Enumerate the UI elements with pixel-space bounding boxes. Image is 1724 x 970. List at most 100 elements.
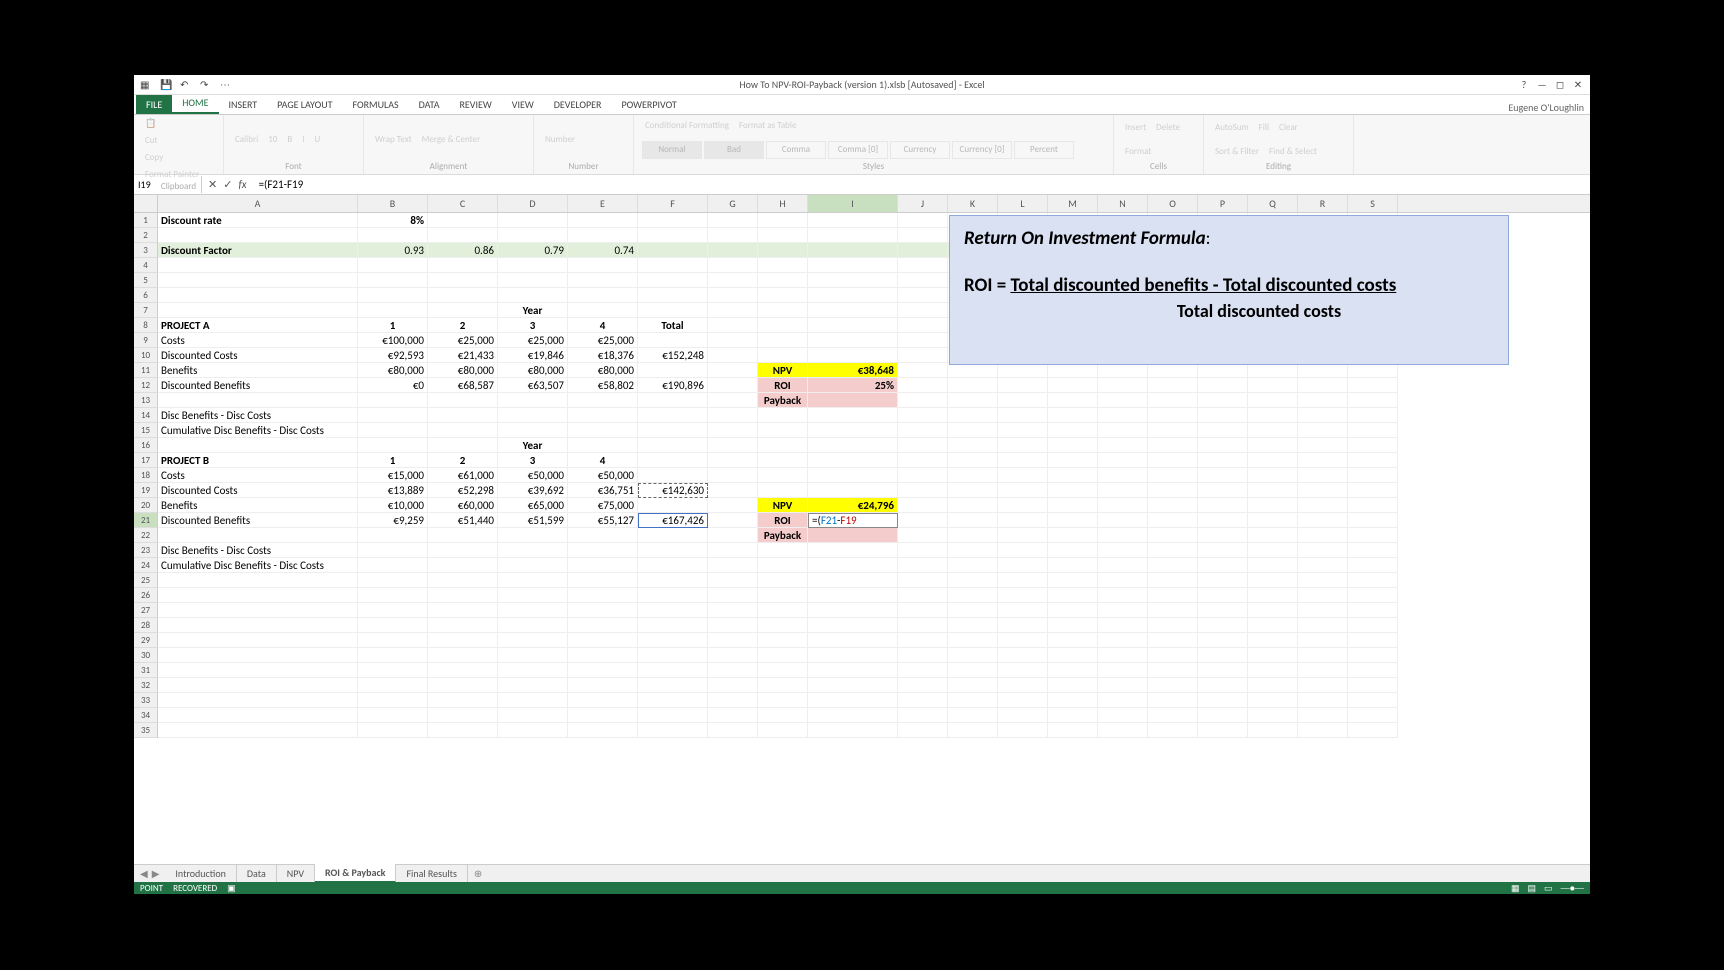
cell-A2[interactable] — [158, 228, 358, 243]
cell-F6[interactable] — [638, 288, 708, 303]
cell-R27[interactable] — [1298, 603, 1348, 618]
cell-A1[interactable]: Discount rate — [158, 213, 358, 228]
sheet-tab-introduction[interactable]: Introduction — [165, 865, 236, 882]
cell-Q17[interactable] — [1248, 453, 1298, 468]
cell-B13[interactable] — [358, 393, 428, 408]
cell-Q24[interactable] — [1248, 558, 1298, 573]
cell-P31[interactable] — [1198, 663, 1248, 678]
cell-P12[interactable] — [1198, 378, 1248, 393]
cell-L32[interactable] — [998, 678, 1048, 693]
cell-M19[interactable] — [1048, 483, 1098, 498]
cell-L20[interactable] — [998, 498, 1048, 513]
cell-C30[interactable] — [428, 648, 498, 663]
col-header-N[interactable]: N — [1098, 195, 1148, 212]
cell-C31[interactable] — [428, 663, 498, 678]
cell-D33[interactable] — [498, 693, 568, 708]
row-header[interactable]: 9 — [134, 333, 158, 348]
cell-C22[interactable] — [428, 528, 498, 543]
cell-S14[interactable] — [1348, 408, 1398, 423]
cell-E32[interactable] — [568, 678, 638, 693]
cell-D11[interactable]: €80,000 — [498, 363, 568, 378]
cell-B23[interactable] — [358, 543, 428, 558]
cell-A31[interactable] — [158, 663, 358, 678]
cell-H10[interactable] — [758, 348, 808, 363]
cell-I20[interactable]: €24,796 — [808, 498, 898, 513]
cell-A27[interactable] — [158, 603, 358, 618]
cell-P25[interactable] — [1198, 573, 1248, 588]
cell-M16[interactable] — [1048, 438, 1098, 453]
cell-S34[interactable] — [1348, 708, 1398, 723]
enter-formula-icon[interactable]: ✓ — [223, 178, 232, 191]
cell-E21[interactable]: €55,127 — [568, 513, 638, 528]
cell-L26[interactable] — [998, 588, 1048, 603]
cell-D26[interactable] — [498, 588, 568, 603]
cell-Q13[interactable] — [1248, 393, 1298, 408]
cell-K20[interactable] — [948, 498, 998, 513]
cell-L25[interactable] — [998, 573, 1048, 588]
cell-N24[interactable] — [1098, 558, 1148, 573]
cell-S20[interactable] — [1348, 498, 1398, 513]
cell-A10[interactable]: Discounted Costs — [158, 348, 358, 363]
cell-E7[interactable] — [568, 303, 638, 318]
cell-E30[interactable] — [568, 648, 638, 663]
cell-I29[interactable] — [808, 633, 898, 648]
cell-M35[interactable] — [1048, 723, 1098, 738]
cell-B30[interactable] — [358, 648, 428, 663]
cell-G14[interactable] — [708, 408, 758, 423]
cell-B7[interactable] — [358, 303, 428, 318]
cell-R18[interactable] — [1298, 468, 1348, 483]
cell-N16[interactable] — [1098, 438, 1148, 453]
cell-E12[interactable]: €58,802 — [568, 378, 638, 393]
cell-B26[interactable] — [358, 588, 428, 603]
cell-R12[interactable] — [1298, 378, 1348, 393]
cell-F31[interactable] — [638, 663, 708, 678]
row-header[interactable]: 12 — [134, 378, 158, 393]
cell-E31[interactable] — [568, 663, 638, 678]
cell-Q22[interactable] — [1248, 528, 1298, 543]
cell-P13[interactable] — [1198, 393, 1248, 408]
cell-P17[interactable] — [1198, 453, 1248, 468]
cell-C27[interactable] — [428, 603, 498, 618]
cell-D27[interactable] — [498, 603, 568, 618]
cell-S15[interactable] — [1348, 423, 1398, 438]
cell-S28[interactable] — [1348, 618, 1398, 633]
cell-A3[interactable]: Discount Factor — [158, 243, 358, 258]
cell-G26[interactable] — [708, 588, 758, 603]
row-header[interactable]: 1 — [134, 213, 158, 228]
cell-D24[interactable] — [498, 558, 568, 573]
cell-N33[interactable] — [1098, 693, 1148, 708]
col-header-I[interactable]: I — [808, 195, 898, 212]
cell-D9[interactable]: €25,000 — [498, 333, 568, 348]
cell-J25[interactable] — [898, 573, 948, 588]
row-header[interactable]: 15 — [134, 423, 158, 438]
cell-P18[interactable] — [1198, 468, 1248, 483]
cell-I6[interactable] — [808, 288, 898, 303]
cell-O32[interactable] — [1148, 678, 1198, 693]
col-header-M[interactable]: M — [1048, 195, 1098, 212]
cell-F17[interactable] — [638, 453, 708, 468]
cell-J24[interactable] — [898, 558, 948, 573]
cell-B4[interactable] — [358, 258, 428, 273]
cell-G9[interactable] — [708, 333, 758, 348]
cell-D32[interactable] — [498, 678, 568, 693]
cell-A11[interactable]: Benefits — [158, 363, 358, 378]
cell-J9[interactable] — [898, 333, 948, 348]
cell-A9[interactable]: Costs — [158, 333, 358, 348]
cell-A13[interactable] — [158, 393, 358, 408]
cell-N22[interactable] — [1098, 528, 1148, 543]
cell-I5[interactable] — [808, 273, 898, 288]
cell-F23[interactable] — [638, 543, 708, 558]
cell-L14[interactable] — [998, 408, 1048, 423]
cell-F26[interactable] — [638, 588, 708, 603]
cell-M32[interactable] — [1048, 678, 1098, 693]
cell-O26[interactable] — [1148, 588, 1198, 603]
cell-S22[interactable] — [1348, 528, 1398, 543]
cell-D31[interactable] — [498, 663, 568, 678]
cell-D15[interactable] — [498, 423, 568, 438]
cell-I16[interactable] — [808, 438, 898, 453]
cell-E34[interactable] — [568, 708, 638, 723]
cell-N18[interactable] — [1098, 468, 1148, 483]
cell-K29[interactable] — [948, 633, 998, 648]
cell-L13[interactable] — [998, 393, 1048, 408]
cell-A35[interactable] — [158, 723, 358, 738]
